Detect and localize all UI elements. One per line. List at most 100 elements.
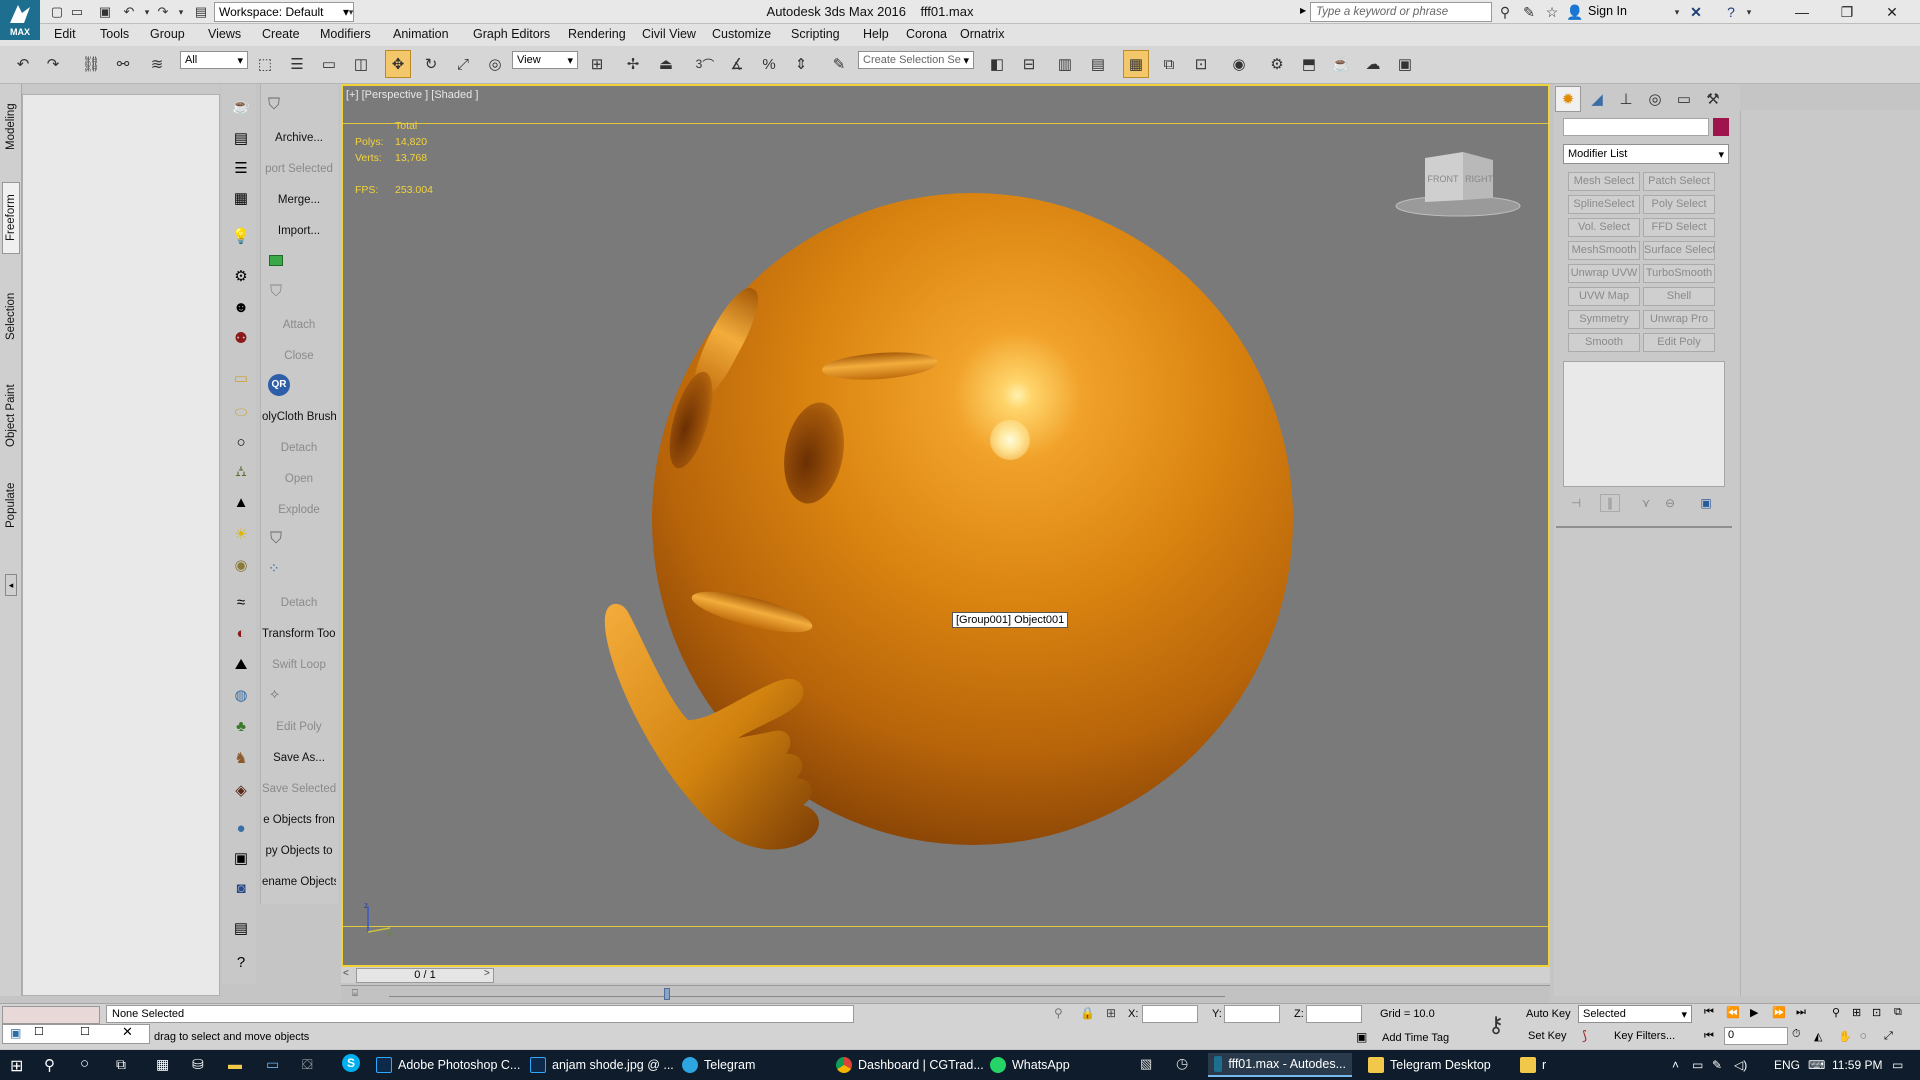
sign-in-dropdown-icon[interactable]: ▾ [1668,3,1686,21]
open-button[interactable]: Open [262,466,336,492]
field-of-view-icon[interactable]: ◭ [1814,1030,1822,1043]
selection-filter-dropdown[interactable]: All ▾ [180,51,248,69]
notifications-icon[interactable]: ▭ [1892,1058,1903,1072]
modifier-ffd-select[interactable]: FFD Select [1643,218,1715,237]
key-mode-toggle-icon[interactable]: ⏮ [1704,1030,1714,1043]
next-frame-icon[interactable]: ⏩ [1772,1006,1786,1019]
minimize-button[interactable]: — [1780,0,1824,24]
archive-button[interactable]: Archive... [262,125,336,151]
add-time-tag-button[interactable]: Add Time Tag [1382,1032,1449,1044]
ribbon-tab-selection[interactable]: Selection [2,285,20,347]
swift-loop-button[interactable]: Swift Loop [262,652,336,678]
qr-icon[interactable]: QR [268,374,290,396]
zoom-extents-all-icon[interactable]: ⧉ [1894,1006,1902,1019]
y-coordinate-input[interactable] [1224,1005,1280,1023]
favorites-star-icon[interactable]: ☆ [1543,3,1561,21]
modifier-mesh-select[interactable]: Mesh Select [1568,172,1640,191]
restore-button[interactable]: ❐ [1825,0,1869,24]
auto-key-button[interactable]: Auto Key [1526,1008,1571,1020]
hierarchy-tab-icon[interactable]: ⊥ [1613,86,1639,112]
menu-scripting[interactable]: Scripting [791,27,840,41]
window-crossing-icon[interactable]: ◫ [348,50,374,78]
edit-named-selection-icon[interactable]: ✎ [826,50,852,78]
windows-start-icon[interactable]: ⊞ [10,1056,23,1076]
ribbon-tab-object-paint[interactable]: Object Paint [2,378,20,454]
object-name-field[interactable] [1563,118,1709,136]
time-tag-icon[interactable]: ▣ [1356,1030,1367,1044]
ribbon-tab-modeling[interactable]: Modeling [2,96,20,158]
taskbar-telegram[interactable]: Telegram [676,1053,761,1077]
render-setup-icon[interactable]: ⚙ [1264,50,1290,78]
modify-tab-icon[interactable]: ◢ [1584,86,1610,112]
select-and-move-icon[interactable]: ✥ [385,50,411,78]
modifier-unwrap-uvw[interactable]: Unwrap UVW [1568,264,1640,283]
render-iterative-icon[interactable]: ☁ [1360,50,1386,78]
tray-app-icon[interactable]: ▧ [1140,1056,1152,1072]
robot-icon[interactable]: ⚉ [229,326,253,350]
grass-icon[interactable]: ⛼ [229,460,253,484]
tray-overflow-icon[interactable]: ˄ [1672,1058,1679,1072]
ribbon-tab-freeform[interactable]: Freeform [2,182,20,254]
keyboard-shortcut-override-icon[interactable]: ⏏ [653,50,679,78]
next-frame-icon[interactable]: > [484,968,490,979]
taskbar-whatsapp[interactable]: WhatsApp [984,1053,1076,1077]
pan-view-icon[interactable]: ✋ [1838,1030,1852,1043]
maxscript-listener-mini[interactable] [2,1006,100,1024]
utilities-tab-icon[interactable]: ⚒ [1700,86,1726,112]
rendered-frame-window-icon[interactable]: ⬒ [1296,50,1322,78]
schematic-view-icon[interactable]: ⊡ [1188,50,1214,78]
binoculars-icon[interactable]: ⚲ [1496,3,1514,21]
language-indicator[interactable]: ENG [1774,1058,1800,1072]
key-filters-button[interactable]: Key Filters... [1614,1030,1675,1042]
menu-graph-editors[interactable]: Graph Editors [473,27,550,41]
maximize-viewport-icon[interactable]: ⤢ [1884,1030,1893,1043]
zoom-all-icon[interactable]: ⊞ [1852,1006,1861,1019]
open-folder-icon[interactable]: ▭ [68,3,86,21]
wave-icon[interactable]: ≈ [229,590,253,614]
save-as-button[interactable]: Save As... [262,745,336,771]
close-button[interactable]: ✕ [1870,0,1914,24]
horse-icon[interactable]: ♞ [229,746,253,770]
render-icon[interactable]: ◙ [229,876,253,900]
document-icon[interactable]: ▤ [229,126,253,150]
new-file-icon[interactable]: ▢ [48,3,66,21]
taskbar-photoshop[interactable]: Adobe Photoshop C... [370,1053,526,1077]
maximize-mini-icon[interactable]: ☐ [80,1025,90,1038]
dots-icon[interactable]: ⁘ [268,560,280,577]
layer-explorer-icon[interactable]: ▥ [1052,50,1078,78]
store-icon[interactable]: ⛁ [192,1056,204,1073]
link-icon[interactable]: ⛓ [78,50,104,78]
modifier-patch-select[interactable]: Patch Select [1643,172,1715,191]
undo-icon[interactable]: ↶ [120,3,138,21]
menu-customize[interactable]: Customize [712,27,771,41]
ellipse-icon[interactable]: ⬭ [229,400,253,424]
edit-poly-button[interactable]: Edit Poly [262,714,336,740]
modifier-stack[interactable] [1563,361,1725,487]
key-tangent-icon[interactable]: ⟆ [1582,1028,1587,1044]
select-and-place-icon[interactable]: ◎ [482,50,508,78]
menu-corona[interactable]: Corona [906,27,947,41]
spinner-snap-icon[interactable]: ⇕ [788,50,814,78]
select-by-name-icon[interactable]: ☰ [284,50,310,78]
keyboard-icon[interactable]: ⌨ [1808,1058,1825,1072]
close-button[interactable]: Close [262,343,336,369]
scene-explorer-icon[interactable]: ▦ [1123,50,1149,78]
material-ball-icon[interactable]: ● [229,816,253,840]
cone-icon[interactable]: ▲ [229,490,253,514]
circle-icon[interactable]: ○ [229,430,253,454]
object-color-swatch[interactable] [1713,118,1729,136]
modifier-edit-poly[interactable]: Edit Poly [1643,333,1715,352]
volume-icon[interactable]: ◁) [1734,1058,1747,1072]
modifier-list-dropdown[interactable]: Modifier List ▾ [1563,144,1729,164]
settings-icon[interactable]: ▤ [229,916,253,940]
workspace-dropdown[interactable]: Workspace: Default ▾ [214,2,354,22]
absolute-mode-icon[interactable]: ⊞ [1106,1006,1116,1020]
display-tab-icon[interactable]: ▭ [1671,86,1697,112]
green-screen-icon[interactable] [269,255,283,266]
select-manipulate-icon[interactable]: ✢ [620,50,646,78]
select-and-rotate-icon[interactable]: ↻ [418,50,444,78]
capsule-icon[interactable]: ◐ [229,621,253,645]
menu-animation[interactable]: Animation [393,27,449,41]
create-tab-icon[interactable]: ✹ [1555,86,1581,112]
redo-icon[interactable]: ↷ [40,50,66,78]
